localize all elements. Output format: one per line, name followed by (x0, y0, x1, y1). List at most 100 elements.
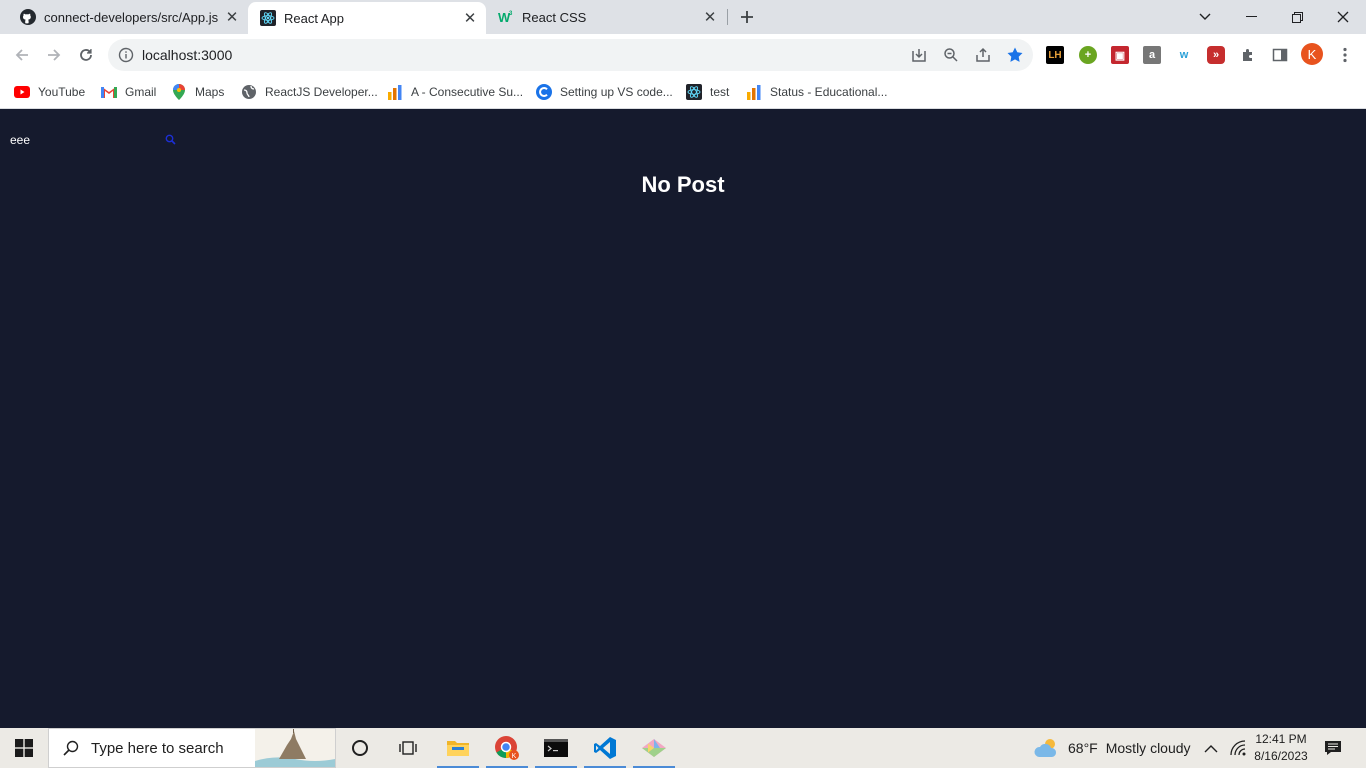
close-window-button[interactable] (1320, 0, 1366, 34)
bookmark-star-icon[interactable] (1006, 46, 1024, 64)
cortana-icon (352, 740, 368, 756)
weather-condition: Mostly cloudy (1105, 740, 1191, 756)
bookmark-gmail[interactable]: Gmail (101, 82, 156, 102)
tab-react-app[interactable]: React App ✕ (248, 2, 486, 34)
svg-text:K: K (512, 753, 517, 760)
vscode-icon (594, 737, 616, 759)
new-tab-button[interactable] (735, 5, 759, 29)
task-view-icon (399, 741, 417, 755)
back-button[interactable] (8, 41, 36, 69)
tab-close-button[interactable]: ✕ (458, 6, 482, 30)
cortana-button[interactable] (336, 728, 384, 768)
windows-icon (15, 739, 33, 757)
bookmark-vscode[interactable]: Setting up VS code... (536, 82, 673, 102)
bookmark-maps[interactable]: Maps (171, 82, 224, 102)
clock-time: 12:41 PM (1255, 732, 1307, 746)
start-button[interactable] (0, 728, 48, 768)
tab-strip: connect-developers/src/App.js at ✕ React… (0, 0, 1366, 34)
gmail-icon (101, 84, 117, 100)
bookmark-youtube[interactable]: YouTube (14, 82, 85, 102)
search-highlight-image (255, 729, 335, 767)
bookmark-label: Gmail (125, 85, 157, 99)
taskbar-search-placeholder: Type here to search (91, 739, 224, 757)
taskbar-app[interactable] (630, 728, 678, 768)
terminal-icon (544, 739, 568, 757)
arrow-left-icon (15, 49, 28, 61)
bookmark-test[interactable]: test (686, 82, 729, 102)
browser-toolbar: localhost:3000 LH + ▣ a w » K (0, 34, 1366, 76)
extension-w-icon[interactable]: w (1175, 46, 1193, 64)
notification-icon (1325, 741, 1341, 755)
tab-react-css[interactable]: W3 React CSS ✕ (486, 0, 726, 34)
bookmark-consecutive[interactable]: A - Consecutive Su... (387, 82, 523, 102)
bookmark-status[interactable]: Status - Educational... (746, 82, 887, 102)
taskbar-file-explorer[interactable] (434, 728, 482, 768)
chevron-up-icon (1204, 744, 1218, 752)
bar-chart-icon (746, 84, 762, 100)
no-post-message: No Post (641, 172, 725, 197)
maps-icon (171, 84, 187, 100)
taskbar-vscode[interactable] (581, 728, 629, 768)
forward-button[interactable] (40, 41, 68, 69)
show-hidden-icons-button[interactable] (1204, 728, 1218, 768)
extension-forward-icon[interactable]: » (1207, 46, 1225, 64)
taskbar-chrome[interactable]: K (483, 728, 531, 768)
network-button[interactable] (1229, 728, 1247, 768)
network-icon (1230, 740, 1246, 756)
menu-dots-icon[interactable] (1336, 46, 1354, 64)
folder-icon (447, 741, 469, 756)
bookmark-label: ReactJS Developer... (265, 85, 378, 99)
clock-date: 8/16/2023 (1254, 749, 1308, 763)
windows-taskbar: Type here to search K 68°F Mostly cloudy… (0, 728, 1366, 768)
chrome-icon: K (495, 736, 519, 760)
bookmarks-bar: YouTube Gmail Maps ReactJS Developer... … (0, 76, 1366, 109)
tab-title: React App (284, 10, 344, 26)
bookmark-label: test (710, 85, 730, 99)
colorful-app-icon (642, 739, 666, 757)
close-icon (1337, 11, 1349, 23)
c-logo-icon (536, 84, 552, 100)
tab-github[interactable]: connect-developers/src/App.js at ✕ (8, 0, 248, 34)
url-text: localhost:3000 (142, 47, 233, 63)
restore-icon (1291, 11, 1303, 23)
app-page: No Post (0, 109, 1366, 728)
react-icon (686, 84, 702, 100)
extension-plus-icon[interactable]: + (1079, 46, 1097, 64)
tab-close-button[interactable]: ✕ (220, 5, 244, 29)
search-button[interactable] (163, 131, 177, 147)
search-input[interactable] (6, 129, 161, 151)
github-icon (20, 9, 36, 25)
tab-close-button[interactable]: ✕ (698, 5, 722, 29)
taskbar-terminal[interactable] (532, 728, 580, 768)
weather-temperature: 68°F (1068, 740, 1098, 756)
tab-separator (727, 9, 728, 25)
address-bar[interactable]: localhost:3000 (108, 39, 1033, 71)
minimize-button[interactable] (1228, 0, 1274, 34)
extension-red-icon[interactable]: ▣ (1111, 46, 1129, 64)
zoom-icon[interactable] (942, 46, 960, 64)
tab-search-button[interactable] (1182, 0, 1228, 34)
w3schools-icon: W3 (498, 9, 514, 25)
cloudy-weather-icon (1034, 739, 1057, 757)
share-icon[interactable] (974, 46, 992, 64)
extensions-puzzle-icon[interactable] (1239, 46, 1257, 64)
task-view-button[interactable] (384, 728, 432, 768)
bookmark-label: Status - Educational... (770, 85, 888, 99)
weather-widget[interactable]: 68°F Mostly cloudy (1034, 728, 1191, 768)
site-info-icon[interactable] (118, 47, 134, 63)
react-icon (260, 10, 276, 26)
globe-icon (241, 84, 257, 100)
profile-avatar[interactable]: K (1301, 43, 1323, 65)
install-app-icon[interactable] (910, 46, 928, 64)
action-center-button[interactable] (1324, 728, 1342, 768)
extension-a-icon[interactable]: a (1143, 46, 1161, 64)
tab-title: React CSS (522, 9, 587, 25)
taskbar-clock[interactable]: 12:41 PM 8/16/2023 (1250, 731, 1312, 765)
extension-lh-icon[interactable]: LH (1046, 46, 1064, 64)
taskbar-search-box[interactable]: Type here to search (48, 728, 336, 768)
reload-button[interactable] (72, 41, 100, 69)
restore-button[interactable] (1274, 0, 1320, 34)
bookmark-reactjs-developer[interactable]: ReactJS Developer... (241, 82, 378, 102)
youtube-icon (14, 84, 30, 100)
side-panel-icon[interactable] (1271, 46, 1289, 64)
